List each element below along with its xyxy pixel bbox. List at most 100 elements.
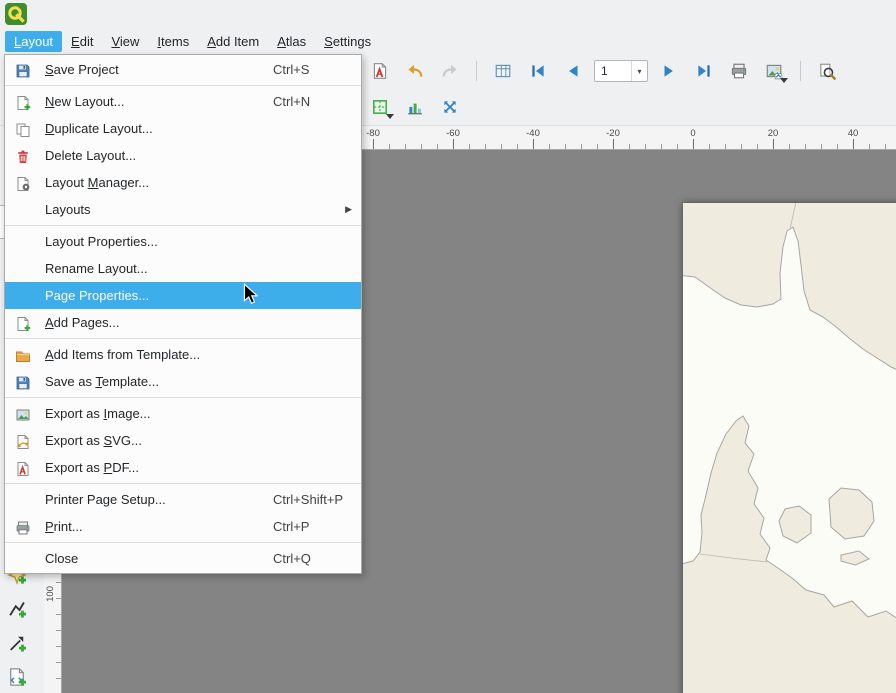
menu-item-shortcut: Ctrl+Shift+P [273,486,343,513]
menu-item-shortcut: Ctrl+S [273,56,309,83]
previous-feature-button[interactable] [559,57,587,85]
menu-item-label: Layout Properties... [45,234,158,249]
menu-item-label: Export as SVG... [45,433,142,448]
menu-item-label: Layouts [45,202,91,217]
atlas-page-combobox[interactable]: 1▾ [594,60,648,82]
last-feature-icon [695,62,713,80]
h-ruler-tick-label: 20 [768,128,779,139]
menu-item-export-as-svg[interactable]: Export as SVG... [5,427,361,454]
print-atlas-button[interactable] [725,57,753,85]
layout-page[interactable] [683,203,896,693]
menu-item-layout-properties[interactable]: Layout Properties... [5,228,361,255]
menu-item-save-as-template[interactable]: Save as Template... [5,368,361,395]
export-pdf-icon [15,461,31,477]
menu-item-layouts[interactable]: Layouts ▶ [5,196,361,223]
menu-item-add-items-from-template[interactable]: Add Items from Template... [5,341,361,368]
menu-item-delete-layout[interactable]: Delete Layout... [5,142,361,169]
menu-item-page-properties[interactable]: Page Properties... [5,282,361,309]
add-pages-icon [15,316,31,332]
move-extent-icon [441,98,459,116]
redo-button[interactable] [436,57,464,85]
menubar: LayoutEditViewItemsAdd ItemAtlasSettings [0,28,896,54]
add-arrow-icon [7,633,27,653]
menu-item-label: Print... [45,519,83,534]
dropdown-marker-icon [780,78,788,83]
titlebar [0,0,896,28]
submenu-arrow-icon: ▶ [345,196,352,223]
menu-item-new-layout[interactable]: New Layout...Ctrl+N [5,88,361,115]
menubar-item-view[interactable]: View [102,31,148,52]
zoom-layout-button[interactable] [813,57,841,85]
menu-item-label: Save Project [45,62,119,77]
first-feature-icon [529,62,547,80]
export-atlas-button[interactable] [760,57,788,85]
qgis-logo-icon [5,3,27,25]
menu-separator [5,225,361,226]
menu-item-layout-manager[interactable]: Layout Manager... [5,169,361,196]
add-html-frame-button[interactable] [3,663,31,691]
menu-item-rename-layout[interactable]: Rename Layout... [5,255,361,282]
h-ruler-tick-label: 0 [690,128,695,139]
undo-button[interactable] [401,57,429,85]
statistics-chart-icon [406,98,424,116]
menu-separator [5,483,361,484]
combobox-dropdown-icon[interactable]: ▾ [631,61,647,81]
menubar-item-atlas[interactable]: Atlas [268,31,315,52]
h-ruler-tick-label: 40 [848,128,859,139]
menu-separator [5,338,361,339]
toolbar-separator [476,61,477,81]
export-pdf-icon [371,62,389,80]
menu-item-export-as-image[interactable]: Export as Image... [5,400,361,427]
h-ruler-tick [373,139,374,149]
menu-item-close[interactable]: CloseCtrl+Q [5,545,361,572]
export-image-icon [15,407,31,423]
menu-item-printer-page-setup[interactable]: Printer Page Setup...Ctrl+Shift+P [5,486,361,513]
add-items-template-icon [15,348,31,364]
menu-item-export-as-pdf[interactable]: Export as PDF... [5,454,361,481]
menu-item-label: New Layout... [45,94,125,109]
add-polyline-button[interactable] [3,595,31,623]
previous-feature-icon [564,62,582,80]
duplicate-layout-icon [15,122,31,138]
statistics-chart-button[interactable] [401,93,429,121]
menubar-item-settings[interactable]: Settings [315,31,380,52]
add-arrow-button[interactable] [3,629,31,657]
first-feature-button[interactable] [524,57,552,85]
h-ruler-tick [693,139,694,149]
redo-icon [441,62,459,80]
guides-button[interactable] [366,93,394,121]
map-item [683,203,896,693]
menu-item-label: Add Items from Template... [45,347,200,362]
h-ruler-tick [853,139,854,149]
menu-item-save-project[interactable]: Save Project Ctrl+S [5,56,361,83]
print-icon [15,520,31,536]
toolbar-separator [800,61,801,81]
next-feature-button[interactable] [655,57,683,85]
menubar-item-items[interactable]: Items [148,31,198,52]
menubar-item-layout[interactable]: Layout [5,31,62,52]
h-ruler-tick [773,139,774,149]
menu-item-label: Export as Image... [45,406,151,421]
h-ruler-tick [613,139,614,149]
atlas-preview-button[interactable] [489,57,517,85]
zoom-layout-icon [818,62,836,80]
menu-item-label: Duplicate Layout... [45,121,153,136]
menu-item-duplicate-layout[interactable]: Duplicate Layout... [5,115,361,142]
menubar-item-edit[interactable]: Edit [62,31,102,52]
menu-separator [5,397,361,398]
menu-item-shortcut: Ctrl+P [273,513,309,540]
menu-item-label: Rename Layout... [45,261,148,276]
h-ruler-tick-label: -60 [446,128,460,139]
menubar-item-add-item[interactable]: Add Item [198,31,268,52]
menu-item-add-pages[interactable]: Add Pages... [5,309,361,336]
add-polyline-icon [7,599,27,619]
menu-item-shortcut: Ctrl+Q [273,545,311,572]
export-pdf-button[interactable] [366,57,394,85]
menu-item-print[interactable]: Print... Ctrl+P [5,513,361,540]
atlas-page-value: 1 [595,64,631,78]
move-extent-button[interactable] [436,93,464,121]
h-ruler-tick [533,139,534,149]
menu-item-label: Export as PDF... [45,460,139,475]
menu-item-label: Save as Template... [45,374,159,389]
last-feature-button[interactable] [690,57,718,85]
